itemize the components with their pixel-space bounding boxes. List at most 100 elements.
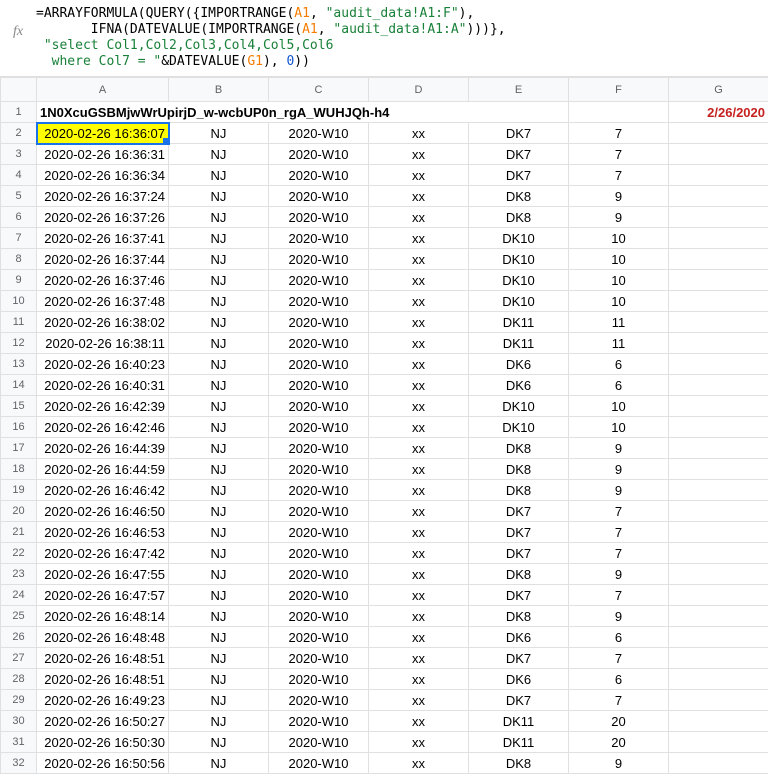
cell[interactable]: 2020-W10 [269, 228, 369, 249]
cell[interactable]: NJ [169, 375, 269, 396]
cell[interactable]: xx [369, 207, 469, 228]
cell[interactable]: 2020-W10 [269, 123, 369, 144]
cell[interactable]: xx [369, 396, 469, 417]
cell[interactable]: DK8 [469, 186, 569, 207]
cell[interactable]: 2020-W10 [269, 585, 369, 606]
cell[interactable]: DK11 [469, 732, 569, 753]
cell[interactable]: xx [369, 186, 469, 207]
cell[interactable] [669, 501, 768, 522]
cell[interactable]: xx [369, 606, 469, 627]
corner-cell[interactable] [1, 78, 37, 102]
cell[interactable]: NJ [169, 144, 269, 165]
cell[interactable]: xx [369, 732, 469, 753]
cell[interactable]: 2020-02-26 16:44:59 [37, 459, 169, 480]
cell[interactable]: NJ [169, 249, 269, 270]
cell[interactable]: 2020-02-26 16:37:46 [37, 270, 169, 291]
cell[interactable]: DK7 [469, 165, 569, 186]
cell[interactable]: 2020-W10 [269, 627, 369, 648]
cell[interactable]: 9 [569, 480, 669, 501]
cell[interactable]: 2020-02-26 16:38:11 [37, 333, 169, 354]
row-header[interactable]: 29 [1, 690, 37, 711]
cell[interactable]: NJ [169, 711, 269, 732]
cell[interactable]: 2020-W10 [269, 501, 369, 522]
cell[interactable] [669, 249, 768, 270]
cell[interactable]: 7 [569, 165, 669, 186]
cell[interactable]: NJ [169, 186, 269, 207]
cell[interactable]: 2020-02-26 16:47:42 [37, 543, 169, 564]
cell[interactable]: NJ [169, 333, 269, 354]
cell[interactable]: 11 [569, 312, 669, 333]
cell[interactable]: 2020-W10 [269, 396, 369, 417]
cell[interactable]: DK11 [469, 333, 569, 354]
cell[interactable] [669, 438, 768, 459]
cell[interactable]: 9 [569, 186, 669, 207]
cell[interactable]: NJ [169, 396, 269, 417]
row-header[interactable]: 16 [1, 417, 37, 438]
row-header[interactable]: 30 [1, 711, 37, 732]
cell[interactable]: xx [369, 501, 469, 522]
cell[interactable]: xx [369, 459, 469, 480]
row-header[interactable]: 8 [1, 249, 37, 270]
formula-content[interactable]: =ARRAYFORMULA(QUERY({IMPORTRANGE(A1, "au… [36, 6, 506, 70]
cell[interactable]: 6 [569, 669, 669, 690]
cell[interactable] [669, 333, 768, 354]
cell[interactable]: 7 [569, 144, 669, 165]
cell[interactable]: 2020-W10 [269, 753, 369, 774]
cell[interactable]: 2020-02-26 16:37:26 [37, 207, 169, 228]
cell[interactable]: NJ [169, 648, 269, 669]
cell[interactable] [669, 312, 768, 333]
cell[interactable]: xx [369, 312, 469, 333]
cell[interactable]: NJ [169, 627, 269, 648]
cell-G1[interactable]: 2/26/2020 [669, 102, 768, 123]
cell[interactable] [669, 123, 768, 144]
cell[interactable]: 2020-02-26 16:36:31 [37, 144, 169, 165]
cell[interactable]: 2020-W10 [269, 480, 369, 501]
row-header[interactable]: 27 [1, 648, 37, 669]
cell[interactable]: NJ [169, 732, 269, 753]
cell[interactable]: xx [369, 648, 469, 669]
cell[interactable]: 9 [569, 753, 669, 774]
row-header[interactable]: 18 [1, 459, 37, 480]
cell[interactable]: NJ [169, 228, 269, 249]
cell[interactable]: 2020-02-26 16:50:27 [37, 711, 169, 732]
cell[interactable]: 7 [569, 543, 669, 564]
cell[interactable] [669, 165, 768, 186]
row-header[interactable]: 3 [1, 144, 37, 165]
cell[interactable]: 2020-02-26 16:49:23 [37, 690, 169, 711]
cell[interactable]: NJ [169, 480, 269, 501]
col-header[interactable]: E [469, 78, 569, 102]
cell[interactable]: 11 [569, 333, 669, 354]
cell[interactable]: 2020-02-26 16:46:53 [37, 522, 169, 543]
cell[interactable]: xx [369, 711, 469, 732]
cell[interactable]: DK6 [469, 669, 569, 690]
cell[interactable]: DK10 [469, 396, 569, 417]
cell[interactable]: xx [369, 753, 469, 774]
formula-bar[interactable]: fx =ARRAYFORMULA(QUERY({IMPORTRANGE(A1, … [0, 0, 768, 77]
cell[interactable]: DK8 [469, 564, 569, 585]
cell[interactable]: 2020-02-26 16:37:44 [37, 249, 169, 270]
cell[interactable]: NJ [169, 669, 269, 690]
cell[interactable]: 2020-W10 [269, 522, 369, 543]
cell[interactable] [669, 354, 768, 375]
cell[interactable]: 2020-02-26 16:48:51 [37, 648, 169, 669]
cell[interactable]: 10 [569, 396, 669, 417]
cell[interactable]: xx [369, 438, 469, 459]
row-header[interactable]: 11 [1, 312, 37, 333]
cell[interactable]: 10 [569, 291, 669, 312]
cell[interactable]: NJ [169, 585, 269, 606]
spreadsheet-grid[interactable]: A B C D E F G 1 1N0XcuGSBMjwWrUpirjD_w-w… [0, 77, 768, 774]
cell[interactable] [669, 606, 768, 627]
cell[interactable]: 2020-W10 [269, 669, 369, 690]
cell[interactable]: NJ [169, 459, 269, 480]
cell[interactable]: xx [369, 123, 469, 144]
cell[interactable]: DK6 [469, 354, 569, 375]
cell[interactable]: NJ [169, 564, 269, 585]
cell[interactable]: NJ [169, 690, 269, 711]
cell[interactable]: 10 [569, 249, 669, 270]
cell[interactable]: 2020-W10 [269, 711, 369, 732]
cell[interactable]: 2020-02-26 16:47:57 [37, 585, 169, 606]
cell[interactable]: 10 [569, 228, 669, 249]
cell[interactable]: xx [369, 333, 469, 354]
cell[interactable]: 2020-02-26 16:42:46 [37, 417, 169, 438]
cell[interactable] [669, 270, 768, 291]
